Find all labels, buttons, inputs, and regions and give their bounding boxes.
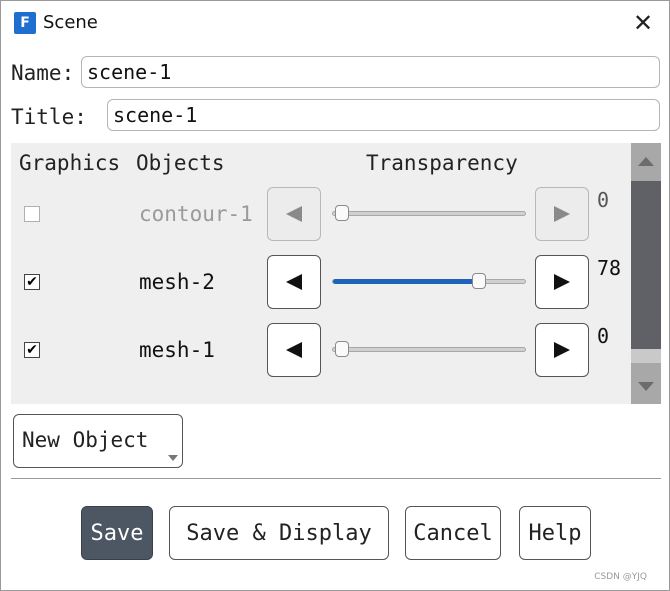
title-label: Title: [11,105,87,129]
scroll-down-button[interactable] [631,368,661,404]
transparency-slider[interactable] [332,205,526,221]
slider-thumb[interactable] [472,273,487,289]
slider-fill [333,279,480,284]
object-name: mesh-2 [139,270,215,294]
object-row: contour-1 0 [11,184,631,244]
help-button[interactable]: Help [519,506,591,560]
vertical-scrollbar[interactable] [631,143,661,404]
scene-dialog: F Scene ✕ Name: Title: Graphics Objects … [0,0,670,591]
transparency-value: 0 [597,188,610,212]
scrollbar-track[interactable] [631,349,661,363]
visibility-checkbox[interactable] [24,206,40,222]
name-label: Name: [11,61,75,85]
header-transparency: Transparency [366,151,518,175]
object-name: mesh-1 [139,338,215,362]
object-row: ✔ mesh-2 78 [11,252,631,312]
name-input[interactable] [81,56,660,88]
slider-thumb[interactable] [335,205,349,221]
triangle-right-icon [554,206,570,222]
graphics-objects-panel: Graphics Objects Transparency contour-1 … [11,143,661,404]
transparency-value: 0 [597,324,610,348]
transparency-slider[interactable] [332,273,526,289]
triangle-down-icon [638,381,654,391]
cancel-button[interactable]: Cancel [405,506,501,560]
triangle-left-icon [286,206,302,222]
transparency-slider[interactable] [332,341,526,357]
increase-transparency-button[interactable] [535,255,589,309]
chevron-down-icon [168,455,178,461]
watermark: CSDN @YJQ [594,572,647,582]
increase-transparency-button[interactable] [535,187,589,241]
window-title: Scene [43,12,98,33]
visibility-checkbox[interactable]: ✔ [24,274,40,290]
decrease-transparency-button[interactable] [267,323,321,377]
object-name: contour-1 [139,202,253,226]
new-object-dropdown[interactable]: New Object [13,414,183,468]
new-object-label: New Object [22,428,149,452]
scrollbar-thumb[interactable] [631,181,661,349]
visibility-checkbox[interactable]: ✔ [24,342,40,358]
triangle-up-icon [638,156,654,166]
transparency-value: 78 [597,256,622,280]
increase-transparency-button[interactable] [535,323,589,377]
title-input[interactable] [107,99,660,131]
save-display-button[interactable]: Save & Display [169,506,389,560]
header-objects: Objects [136,151,225,175]
decrease-transparency-button[interactable] [267,187,321,241]
decrease-transparency-button[interactable] [267,255,321,309]
header-graphics: Graphics [19,151,121,175]
triangle-left-icon [286,342,302,358]
triangle-right-icon [554,342,570,358]
save-button[interactable]: Save [81,506,153,560]
title-bar: F Scene ✕ [1,1,669,45]
divider [11,478,661,479]
triangle-left-icon [286,274,302,290]
triangle-right-icon [554,274,570,290]
close-icon[interactable]: ✕ [629,9,657,37]
scroll-up-button[interactable] [631,143,661,179]
object-row: ✔ mesh-1 0 [11,320,631,380]
app-icon: F [14,12,36,34]
slider-thumb[interactable] [335,341,349,357]
